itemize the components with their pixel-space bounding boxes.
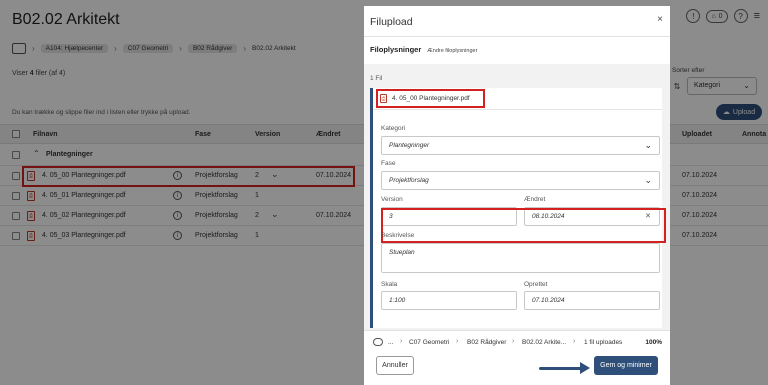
file-item[interactable]: ⎙ 4. 05_00 Plantegninger.pdf [373, 88, 662, 110]
skala-value: 1:100 [389, 297, 406, 304]
fase-value: Projektforslag [389, 177, 429, 184]
beskrivelse-value: Stueplan [389, 249, 415, 256]
kategori-label: Kategori [381, 125, 406, 132]
beskrivelse-textarea[interactable]: Stueplan [381, 243, 660, 273]
progress-path-item: ... [388, 339, 394, 346]
skala-input[interactable]: 1:100 [381, 291, 517, 310]
save-and-minimize-button[interactable]: Gem og minimer [594, 356, 658, 375]
edit-file-info-link[interactable]: Ændre filoplysninger [427, 48, 477, 54]
chevron-down-icon: ⌄ [644, 140, 652, 150]
chevron-down-icon: ⌄ [644, 175, 652, 185]
upload-progress-bar: ... › C07 Geometri › B02 Rådgiver › B02.… [364, 330, 670, 352]
file-upload-dialog: Filupload × Filoplysninger Ændre filoply… [364, 6, 670, 385]
arrow-annotation [539, 367, 584, 370]
beskrivelse-label: Beskrivelse [381, 232, 415, 239]
progress-path-item: C07 Geometri [409, 339, 450, 346]
progress-percent: 100% [645, 339, 662, 346]
file-count: 1 Fil [370, 75, 383, 82]
aendret-label: Ændret [524, 196, 546, 203]
oprettet-label: Oprettet [524, 281, 548, 288]
kategori-value: Plantegninger [389, 142, 430, 149]
cancel-button[interactable]: Annuller [376, 356, 414, 375]
chevron-right-icon: › [573, 338, 576, 345]
close-icon[interactable]: × [657, 14, 663, 25]
dialog-footer: Annuller Gem og minimer [364, 352, 670, 385]
highlight-box-file [376, 89, 485, 108]
dialog-body: 1 Fil ⎙ 4. 05_00 Plantegninger.pdf Kateg… [364, 64, 670, 330]
file-panel: ⎙ 4. 05_00 Plantegninger.pdf Kategori Pl… [370, 88, 666, 328]
skala-label: Skala [381, 281, 398, 288]
fase-label: Fase [381, 160, 396, 167]
version-label: Version [381, 196, 403, 203]
fase-select[interactable]: Projektforslag ⌄ [381, 171, 660, 190]
progress-status: 1 fil uploades [584, 339, 623, 346]
dialog-subtitle: Filoplysninger [370, 45, 422, 54]
dialog-subheader: Filoplysninger Ændre filoplysninger [370, 45, 477, 54]
progress-path-item: B02 Rådgiver [467, 339, 507, 346]
cloud-upload-icon [373, 338, 383, 346]
oprettet-value: 07.10.2024 [532, 297, 565, 304]
chevron-right-icon: › [400, 338, 403, 345]
highlight-box-fields [381, 208, 666, 243]
progress-path-item: B02.02 Arkite... [522, 339, 567, 346]
arrow-head [580, 362, 590, 374]
dialog-title: Filupload [370, 16, 413, 28]
dialog-header: Filupload × [364, 6, 670, 37]
chevron-right-icon: › [512, 338, 515, 345]
oprettet-input[interactable]: 07.10.2024 [524, 291, 660, 310]
kategori-select[interactable]: Plantegninger ⌄ [381, 136, 660, 155]
chevron-right-icon: › [456, 338, 459, 345]
